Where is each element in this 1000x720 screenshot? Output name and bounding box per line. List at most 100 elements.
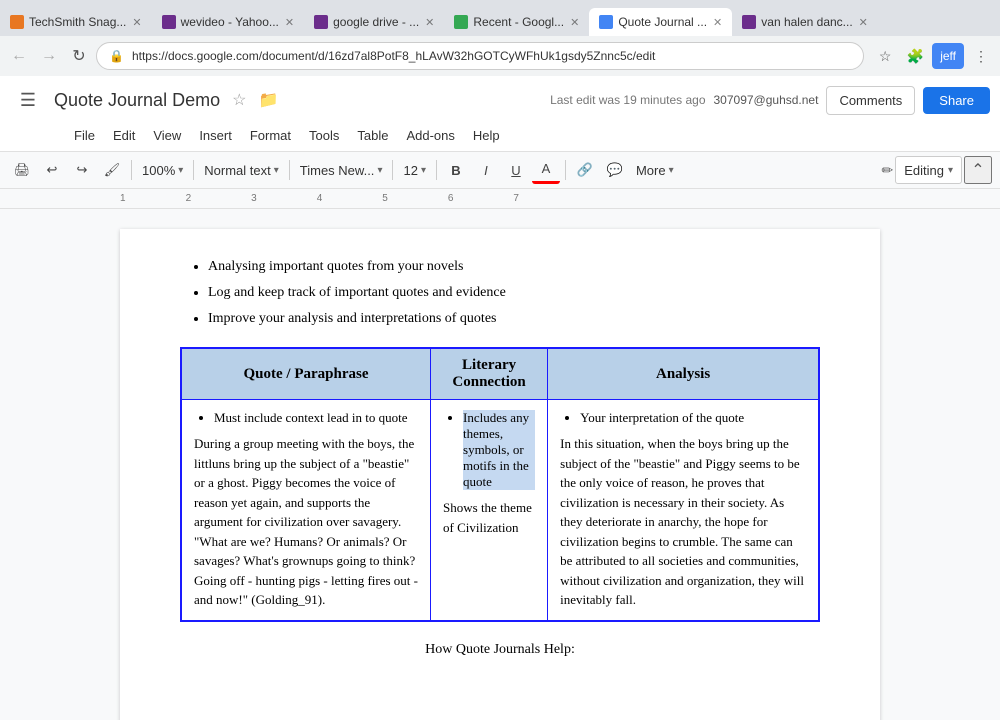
bookmark-icon[interactable]: ☆ <box>872 43 898 69</box>
text-color-button[interactable]: A <box>532 156 560 184</box>
menu-icon[interactable]: ⋮ <box>968 43 994 69</box>
more-select[interactable]: More ▾ <box>631 156 679 184</box>
tab-close-icon[interactable]: ✕ <box>132 16 141 29</box>
back-button[interactable]: ← <box>6 43 32 69</box>
tab-close-icon[interactable]: ✕ <box>570 16 579 29</box>
ruler: 1 2 3 4 5 6 7 <box>0 189 1000 209</box>
tab-bar: TechSmith Snag... ✕ wevideo - Yahoo... ✕… <box>0 0 1000 36</box>
nav-bar: ← → ↻ 🔒 https://docs.google.com/document… <box>0 36 1000 76</box>
print-button[interactable]: 🖨 <box>8 156 36 184</box>
tab-techsmith[interactable]: TechSmith Snag... ✕ <box>0 8 152 36</box>
ruler-mark-3: 3 <box>251 193 257 204</box>
menu-addons[interactable]: Add-ons <box>398 124 462 147</box>
tab-vanhalen[interactable]: van halen danc... ✕ <box>732 8 878 36</box>
tab-recent[interactable]: Recent - Googl... ✕ <box>444 8 589 36</box>
tab-label: google drive - ... <box>333 15 419 29</box>
toolbar-divider-4 <box>392 160 393 180</box>
comments-button[interactable]: Comments <box>826 86 915 115</box>
fontsize-select[interactable]: 12 ▾ <box>398 156 431 184</box>
bold-button[interactable]: B <box>442 156 470 184</box>
bullet-item-2: Log and keep track of important quotes a… <box>208 285 820 301</box>
folder-icon[interactable]: 📁 <box>258 90 278 110</box>
user-chip[interactable]: jeff <box>932 43 964 69</box>
zoom-dropdown-icon: ▾ <box>178 165 183 176</box>
menu-file[interactable]: File <box>66 124 103 147</box>
link-button[interactable]: 🔗 <box>571 156 599 184</box>
menu-help[interactable]: Help <box>465 124 508 147</box>
tab-close-icon[interactable]: ✕ <box>425 16 434 29</box>
comment-button[interactable]: 💬 <box>601 156 629 184</box>
tab-googledrive[interactable]: google drive - ... ✕ <box>304 8 444 36</box>
last-edit-text: Last edit was 19 minutes ago <box>550 93 705 107</box>
url-text: https://docs.google.com/document/d/16zd7… <box>132 49 655 63</box>
cell-analysis[interactable]: Your interpretation of the quote In this… <box>548 400 819 621</box>
menu-insert[interactable]: Insert <box>191 124 240 147</box>
user-email[interactable]: 307097@guhsd.net <box>714 93 819 107</box>
extensions-icon[interactable]: 🧩 <box>902 43 928 69</box>
tab-favicon <box>454 15 468 29</box>
reload-button[interactable]: ↻ <box>66 43 92 69</box>
underline-button[interactable]: U <box>502 156 530 184</box>
tab-close-icon[interactable]: ✕ <box>713 16 722 29</box>
ruler-mark-5: 5 <box>382 193 388 204</box>
share-button[interactable]: Share <box>923 87 990 114</box>
undo-button[interactable]: ↩ <box>38 156 66 184</box>
editing-mode-button[interactable]: Editing ▾ <box>895 156 962 184</box>
zoom-select[interactable]: 100% ▾ <box>137 156 188 184</box>
doc-page: Analysing important quotes from your nov… <box>120 229 880 720</box>
tab-close-icon[interactable]: ✕ <box>285 16 294 29</box>
toolbar-divider-3 <box>289 160 290 180</box>
menu-table[interactable]: Table <box>349 124 396 147</box>
star-icon[interactable]: ☆ <box>232 90 246 110</box>
tab-quotejournal[interactable]: Quote Journal ... ✕ <box>589 8 732 36</box>
cell-quote[interactable]: Must include context lead in to quote Du… <box>181 400 431 621</box>
zoom-value: 100% <box>142 163 175 178</box>
collapse-toolbar-button[interactable]: ⌃ <box>964 156 992 184</box>
redo-button[interactable]: ↪ <box>68 156 96 184</box>
tab-wevideo[interactable]: wevideo - Yahoo... ✕ <box>152 8 305 36</box>
docs-title-row: ☰ Quote Journal Demo ☆ 📁 Last edit was 1… <box>10 82 990 122</box>
col-header-2: Literary Connection <box>431 348 548 400</box>
cell-bullet-2: Includes any themes, symbols, or motifs … <box>443 410 535 490</box>
forward-button[interactable]: → <box>36 43 62 69</box>
address-bar[interactable]: 🔒 https://docs.google.com/document/d/16z… <box>96 42 864 70</box>
italic-button[interactable]: I <box>472 156 500 184</box>
style-dropdown-icon: ▾ <box>274 165 279 176</box>
bullet-list: Analysing important quotes from your nov… <box>180 259 820 327</box>
doc-title[interactable]: Quote Journal Demo <box>54 90 220 111</box>
tab-close-icon[interactable]: ✕ <box>859 16 868 29</box>
cell-bullet-item-1: Must include context lead in to quote <box>214 410 418 426</box>
menu-view[interactable]: View <box>145 124 189 147</box>
hamburger-menu-icon[interactable]: ☰ <box>10 82 46 118</box>
ruler-mark-7: 7 <box>513 193 519 204</box>
docs-menu-bar: File Edit View Insert Format Tools Table… <box>10 122 990 151</box>
menu-tools[interactable]: Tools <box>301 124 347 147</box>
table-caption: How Quote Journals Help: <box>180 642 820 658</box>
bullet-item-1: Analysing important quotes from your nov… <box>208 259 820 275</box>
docs-app: ☰ Quote Journal Demo ☆ 📁 Last edit was 1… <box>0 76 1000 720</box>
editing-dropdown-icon: ▾ <box>948 165 953 176</box>
tab-label: TechSmith Snag... <box>29 15 126 29</box>
tab-favicon <box>314 15 328 29</box>
paint-format-button[interactable]: 🖌 <box>98 156 126 184</box>
cell-bullet-1: Must include context lead in to quote <box>194 410 418 426</box>
lock-icon: 🔒 <box>109 49 124 63</box>
tab-label: Quote Journal ... <box>618 15 707 29</box>
tab-favicon <box>599 15 613 29</box>
cell-bullet-item-2: Includes any themes, symbols, or motifs … <box>463 410 535 490</box>
fontsize-value: 12 <box>403 163 417 178</box>
tab-label: wevideo - Yahoo... <box>181 15 279 29</box>
style-select[interactable]: Normal text ▾ <box>199 156 284 184</box>
col-header-3: Analysis <box>548 348 819 400</box>
font-select[interactable]: Times New... ▾ <box>295 156 388 184</box>
fontsize-dropdown-icon: ▾ <box>421 165 426 176</box>
cell-literary[interactable]: Includes any themes, symbols, or motifs … <box>431 400 548 621</box>
toolbar-divider-2 <box>193 160 194 180</box>
content-area[interactable]: Analysing important quotes from your nov… <box>0 209 1000 720</box>
ruler-mark-6: 6 <box>448 193 454 204</box>
tab-label: van halen danc... <box>761 15 852 29</box>
browser-chrome: TechSmith Snag... ✕ wevideo - Yahoo... ✕… <box>0 0 1000 76</box>
cell-bullet-item-3: Your interpretation of the quote <box>580 410 806 426</box>
menu-format[interactable]: Format <box>242 124 299 147</box>
menu-edit[interactable]: Edit <box>105 124 143 147</box>
